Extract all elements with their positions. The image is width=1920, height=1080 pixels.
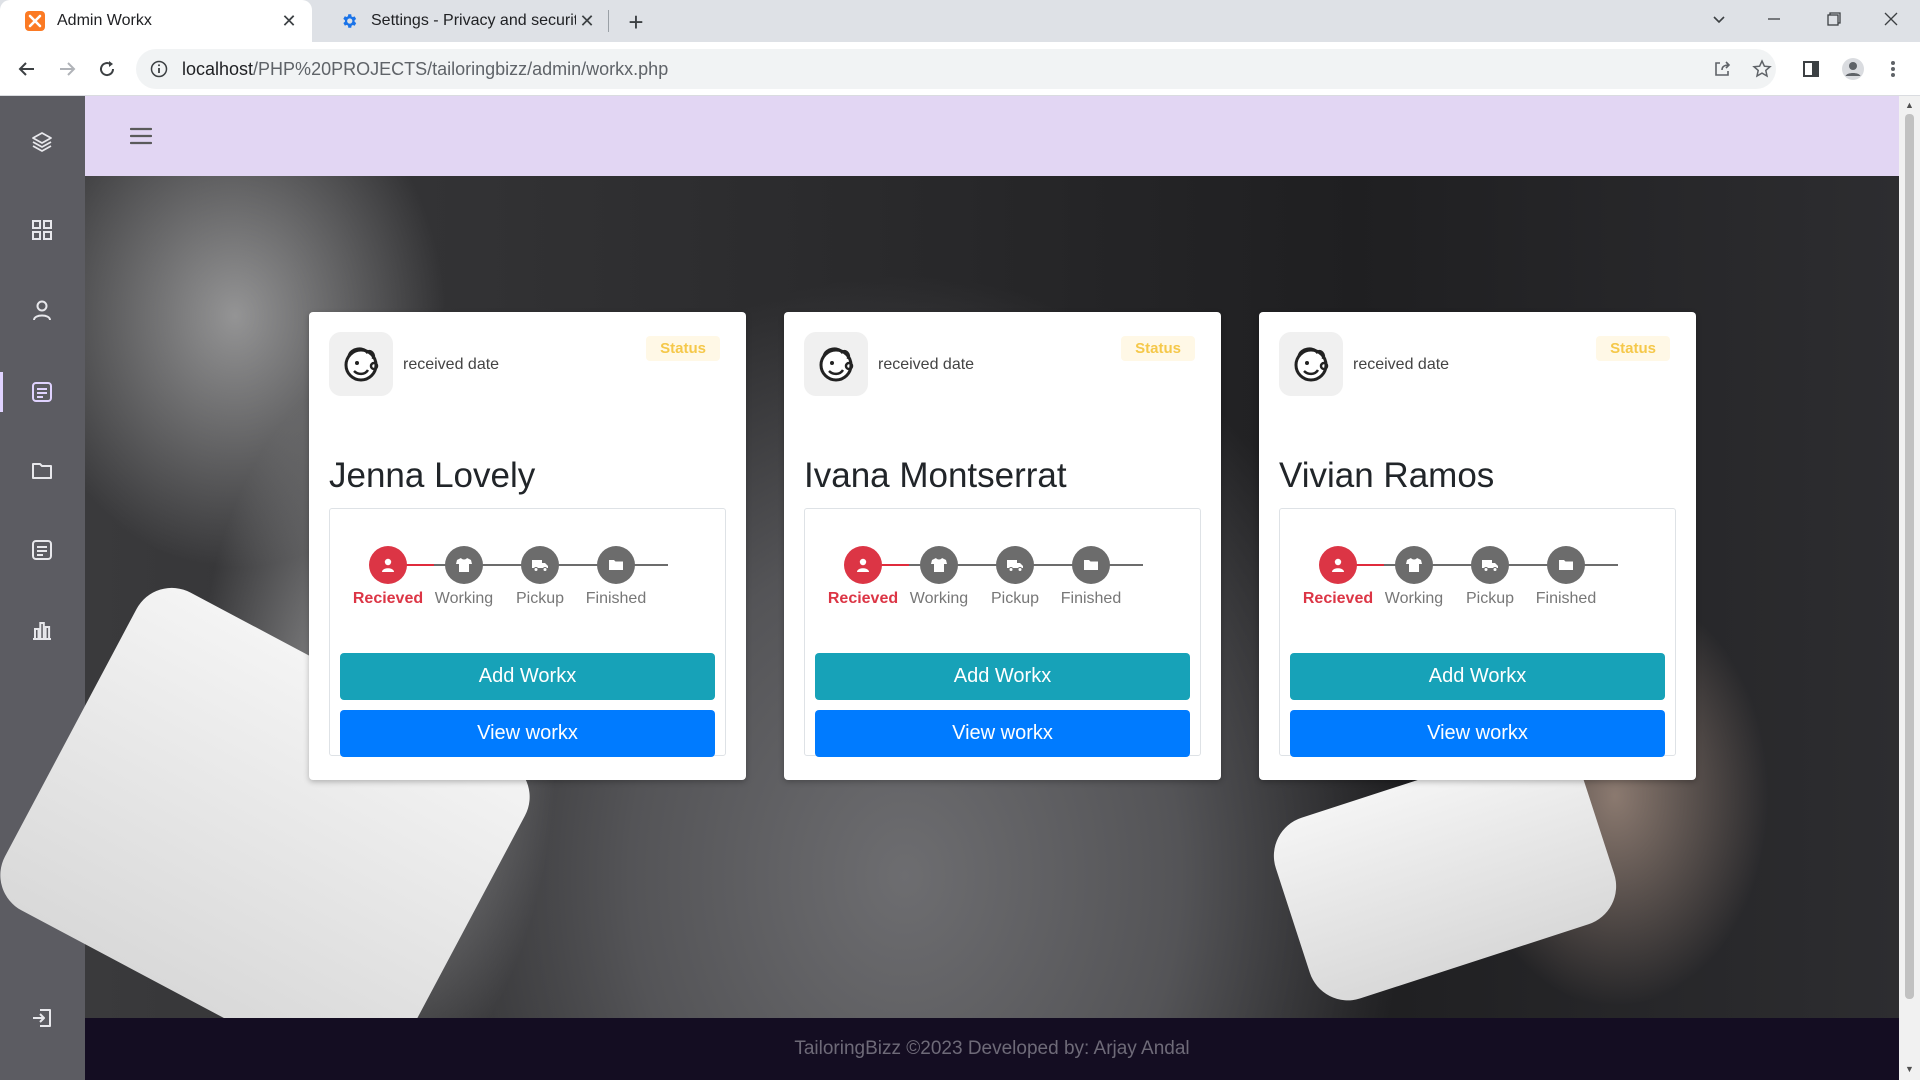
- customer-name: Jenna Lovely: [329, 456, 536, 495]
- reload-icon[interactable]: [92, 54, 122, 84]
- tab-title: Settings - Privacy and security: [371, 12, 576, 29]
- step-label: Recieved: [827, 590, 899, 607]
- tab-search-chevron-icon[interactable]: [1690, 0, 1748, 38]
- site-info-icon[interactable]: [150, 60, 168, 78]
- bar-chart-icon[interactable]: [26, 614, 58, 646]
- forward-icon[interactable]: [52, 54, 82, 84]
- step-finished: Finished: [569, 546, 663, 608]
- folder-icon: [597, 546, 635, 584]
- add-workx-button[interactable]: Add Workx: [815, 653, 1190, 700]
- work-card: received date Status Ivana Montserrat Re…: [784, 312, 1221, 780]
- dashboard-grid-icon[interactable]: [26, 214, 58, 246]
- close-window-icon[interactable]: [1862, 0, 1920, 38]
- profile-avatar-icon[interactable]: [1839, 55, 1867, 83]
- step-label: Pickup: [990, 590, 1040, 607]
- content-area: received date Status Jenna Lovely Reciev…: [0, 176, 1899, 1080]
- work-card: received date Status Jenna Lovely Reciev…: [309, 312, 746, 780]
- mailchimp-avatar-icon: [329, 332, 393, 396]
- folder-icon: [1547, 546, 1585, 584]
- step-label: Working: [1384, 590, 1444, 607]
- shirt-icon: [920, 546, 958, 584]
- user-icon: [844, 546, 882, 584]
- scroll-down-icon[interactable]: ▼: [1904, 1064, 1915, 1074]
- sidebar-active-indicator: [0, 372, 3, 412]
- tab-close-icon[interactable]: ✕: [278, 10, 300, 32]
- step-finished: Finished: [1044, 546, 1138, 608]
- browser-toolbar: localhost/PHP%20PROJECTS/tailoringbizz/a…: [0, 42, 1920, 96]
- step-label: Recieved: [352, 590, 424, 607]
- status-badge: Status: [1121, 336, 1195, 361]
- hamburger-menu-icon[interactable]: [127, 122, 155, 150]
- shirt-icon: [1395, 546, 1433, 584]
- customer-name: Ivana Montserrat: [804, 456, 1067, 495]
- settings-gear-favicon-icon: [339, 11, 359, 31]
- tab-settings[interactable]: Settings - Privacy and security ✕: [314, 0, 610, 42]
- folder-icon[interactable]: [26, 454, 58, 486]
- view-workx-button[interactable]: View workx: [340, 710, 715, 757]
- mailchimp-avatar-icon: [804, 332, 868, 396]
- user-icon: [1319, 546, 1357, 584]
- add-workx-button[interactable]: Add Workx: [1290, 653, 1665, 700]
- scroll-up-icon[interactable]: ▲: [1904, 100, 1915, 110]
- view-workx-button[interactable]: View workx: [815, 710, 1190, 757]
- step-label: Finished: [1535, 590, 1597, 607]
- status-badge: Status: [1596, 336, 1670, 361]
- step-label: Recieved: [1302, 590, 1374, 607]
- step-label: Pickup: [1465, 590, 1515, 607]
- work-card: received date Status Vivian Ramos Reciev…: [1259, 312, 1696, 780]
- shirt-icon: [445, 546, 483, 584]
- address-bar[interactable]: localhost/PHP%20PROJECTS/tailoringbizz/a…: [136, 49, 1776, 89]
- truck-icon: [521, 546, 559, 584]
- page-footer: TailoringBizz ©2023 Developed by: Arjay …: [85, 1018, 1899, 1080]
- xampp-favicon-icon: [25, 11, 45, 31]
- restore-icon[interactable]: [1805, 0, 1863, 38]
- user-icon: [369, 546, 407, 584]
- truck-icon: [1471, 546, 1509, 584]
- scrollbar-thumb[interactable]: [1905, 114, 1914, 999]
- mailchimp-avatar-icon: [1279, 332, 1343, 396]
- back-icon[interactable]: [12, 54, 42, 84]
- received-date-label: received date: [1353, 356, 1450, 373]
- minimize-icon[interactable]: [1745, 0, 1803, 38]
- step-finished: Finished: [1519, 546, 1613, 608]
- progress-panel: Recieved Working Pickup Finished Add Wor…: [804, 508, 1201, 757]
- page-scrollbar[interactable]: ▲ ▼: [1899, 96, 1920, 1080]
- received-date-label: received date: [403, 356, 500, 373]
- url-text: localhost/PHP%20PROJECTS/tailoringbizz/a…: [182, 58, 669, 79]
- new-tab-icon[interactable]: +: [622, 7, 650, 37]
- tab-admin-workx[interactable]: Admin Workx ✕: [0, 0, 312, 42]
- step-label: Working: [434, 590, 494, 607]
- layers-icon[interactable]: [26, 126, 58, 158]
- footer-text: TailoringBizz ©2023 Developed by: Arjay …: [794, 1038, 1190, 1059]
- add-workx-button[interactable]: Add Workx: [340, 653, 715, 700]
- logout-icon[interactable]: [26, 1002, 58, 1034]
- step-label: Finished: [1060, 590, 1122, 607]
- bookmark-star-icon[interactable]: [1748, 55, 1776, 83]
- top-navbar: [85, 96, 1899, 176]
- orders-icon[interactable]: [26, 376, 58, 408]
- user-icon[interactable]: [26, 294, 58, 326]
- status-badge: Status: [646, 336, 720, 361]
- progress-panel: Recieved Working Pickup Finished Add Wor…: [329, 508, 726, 757]
- truck-icon: [996, 546, 1034, 584]
- step-label: Finished: [585, 590, 647, 607]
- side-panel-icon[interactable]: [1797, 55, 1825, 83]
- tab-title: Admin Workx: [57, 12, 152, 29]
- page-viewport: received date Status Jenna Lovely Reciev…: [0, 96, 1920, 1080]
- share-icon[interactable]: [1708, 55, 1736, 83]
- tab-close-icon[interactable]: ✕: [576, 10, 598, 32]
- document-icon[interactable]: [26, 534, 58, 566]
- customer-name: Vivian Ramos: [1279, 456, 1495, 495]
- progress-panel: Recieved Working Pickup Finished Add Wor…: [1279, 508, 1676, 757]
- browser-tabstrip: Admin Workx ✕ Settings - Privacy and sec…: [0, 0, 1920, 42]
- browser-menu-icon[interactable]: [1879, 55, 1907, 83]
- step-label: Working: [909, 590, 969, 607]
- tab-separator: [608, 10, 609, 32]
- step-label: Pickup: [515, 590, 565, 607]
- folder-icon: [1072, 546, 1110, 584]
- received-date-label: received date: [878, 356, 975, 373]
- view-workx-button[interactable]: View workx: [1290, 710, 1665, 757]
